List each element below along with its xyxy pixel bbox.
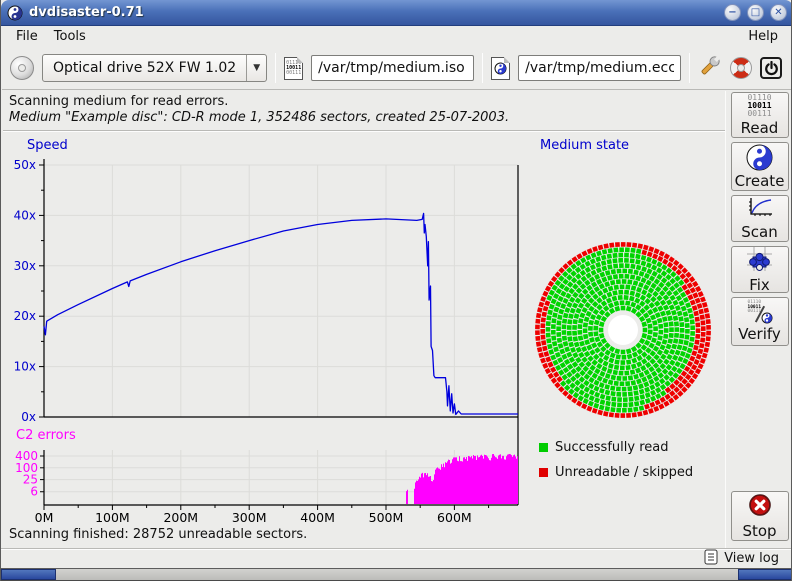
medium-info-line: Medium "Example disc": CD-R mode 1, 3524… (9, 110, 719, 125)
vertical-separator (725, 91, 726, 548)
resize-corner-right[interactable] (738, 569, 792, 580)
speed-chart-title: Speed (27, 138, 68, 153)
menu-help[interactable]: Help (740, 27, 786, 46)
svg-text:6: 6 (30, 485, 38, 499)
help-lifebuoy-icon[interactable] (730, 57, 752, 79)
medium-state-title: Medium state (540, 138, 629, 153)
chart-pane: 0x 10x 20x 30x 40x 50x 0M 100M 200M 300M 400M 500M 6… (3, 131, 725, 525)
toolbar-separator (689, 53, 690, 83)
ecc-file-icon (491, 57, 510, 80)
binary-read-icon: 011101001100111 (747, 94, 771, 118)
read-button[interactable]: 011101001100111 Read (731, 92, 789, 138)
toolbar-separator (275, 53, 276, 83)
view-log-label[interactable]: View log (724, 551, 779, 566)
legend-unreadable-label: Unreadable / skipped (555, 465, 693, 480)
resize-corner-left[interactable] (1, 569, 56, 580)
view-log-icon[interactable] (704, 549, 718, 569)
legend-unreadable: Unreadable / skipped (539, 465, 693, 480)
ecc-path-input[interactable] (518, 55, 681, 81)
drive-icon[interactable] (10, 56, 34, 80)
puzzle-piece-icon (747, 247, 772, 275)
window-frame-bottom[interactable] (1, 568, 792, 581)
scan-status-area: Scanning medium for read errors. Medium … (3, 91, 725, 131)
svg-text:200M: 200M (163, 510, 198, 525)
create-button-label: Create (735, 172, 785, 190)
menu-bar: File Tools Help (2, 26, 792, 47)
menu-file[interactable]: File (8, 27, 46, 46)
svg-text:20x: 20x (14, 309, 36, 323)
binary-line: 00111 (285, 71, 302, 76)
toolbar: Optical drive 52X FW 1.02 ▼ 01110 10011 … (2, 47, 792, 90)
verify-compare-icon: 011101001100111 (747, 301, 773, 324)
chevron-down-icon[interactable]: ▼ (246, 55, 266, 81)
svg-text:50x: 50x (14, 158, 36, 172)
svg-text:10x: 10x (14, 360, 36, 374)
stop-icon (748, 493, 772, 521)
legend-read-label: Successfully read (555, 440, 668, 455)
scan-status-line1: Scanning medium for read errors. (9, 94, 719, 109)
svg-text:100M: 100M (95, 510, 130, 525)
maximize-button[interactable]: □ (747, 4, 764, 21)
drive-select[interactable]: Optical drive 52X FW 1.02 ▼ (42, 54, 267, 82)
svg-text:40x: 40x (14, 208, 36, 222)
app-window: dvdisaster-0.71 − □ ✕ File Tools Help Op… (0, 0, 792, 581)
read-button-label: Read (741, 119, 779, 137)
result-status-line: Scanning finished: 28752 unreadable sect… (3, 525, 725, 548)
svg-text:400M: 400M (300, 510, 335, 525)
green-square-icon (539, 443, 548, 452)
close-button[interactable]: ✕ (770, 4, 787, 21)
scan-button-label: Scan (741, 223, 777, 241)
yin-yang-icon (746, 144, 773, 171)
svg-text:400: 400 (15, 449, 38, 463)
verify-button[interactable]: 011101001100111 Verify (731, 297, 789, 346)
quit-power-icon[interactable] (760, 57, 782, 79)
verify-button-label: Verify (738, 325, 781, 343)
fix-button-label: Fix (749, 276, 770, 294)
footer-bar: View log (1, 548, 792, 568)
legend-successfully-read: Successfully read (539, 440, 668, 455)
c2-errors-title: C2 errors (16, 428, 76, 443)
svg-text:500M: 500M (369, 510, 404, 525)
scan-chart-icon (747, 197, 773, 222)
stop-button-label: Stop (742, 522, 776, 540)
svg-text:0M: 0M (35, 510, 54, 525)
scan-button[interactable]: Scan (731, 195, 789, 242)
svg-text:600M: 600M (437, 510, 472, 525)
fix-button[interactable]: Fix (731, 246, 789, 293)
minimize-button[interactable]: − (724, 4, 741, 21)
create-button[interactable]: Create (731, 142, 789, 191)
svg-text:30x: 30x (14, 259, 36, 273)
preferences-wrench-icon[interactable] (698, 54, 722, 82)
iso-path-input[interactable] (311, 55, 474, 81)
svg-text:0x: 0x (21, 410, 36, 424)
svg-text:300M: 300M (232, 510, 267, 525)
window-title: dvdisaster-0.71 (29, 5, 144, 20)
action-sidebar: 011101001100111 Read Create Scan (728, 91, 791, 548)
toolbar-separator (482, 53, 483, 83)
stop-button[interactable]: Stop (731, 491, 789, 541)
iso-file-icon: 01110 10011 00111 (284, 57, 303, 80)
app-logo-icon (7, 5, 23, 21)
red-square-icon (539, 468, 548, 477)
drive-select-value: Optical drive 52X FW 1.02 (43, 60, 246, 76)
menu-tools[interactable]: Tools (46, 27, 94, 46)
title-bar[interactable]: dvdisaster-0.71 − □ ✕ (1, 0, 792, 26)
